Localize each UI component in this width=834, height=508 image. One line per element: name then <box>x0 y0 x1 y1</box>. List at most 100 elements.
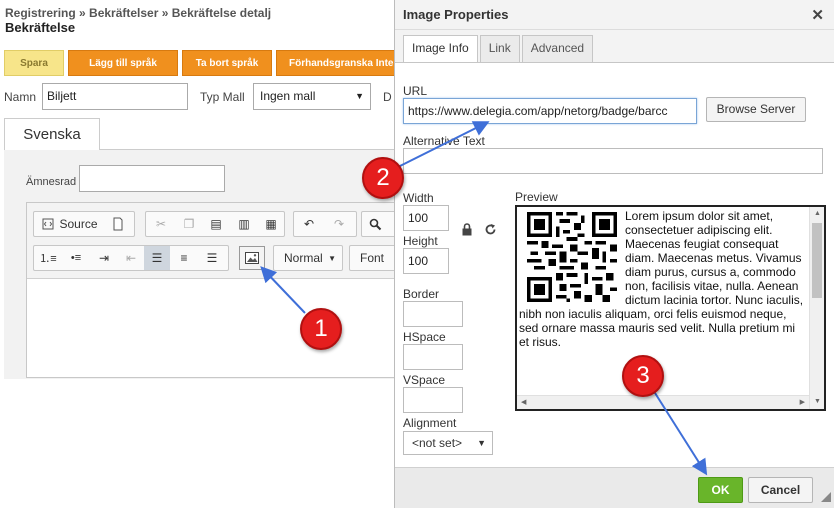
vspace-label: VSpace <box>403 373 446 387</box>
source-button[interactable]: Source <box>34 212 106 236</box>
paste-word-button[interactable]: ▦ <box>258 212 284 236</box>
step-badge-1: 1 <box>300 308 342 350</box>
extra-label: D <box>383 90 392 104</box>
image-properties-dialog: Image Properties ✕ Image Info Link Advan… <box>394 0 834 508</box>
qr-code-image <box>527 212 617 302</box>
dialog-tabs: Image Info Link Advanced <box>403 35 594 63</box>
cancel-button[interactable]: Cancel <box>748 477 813 503</box>
undo-icon: ↶ <box>303 217 315 231</box>
type-select-value: Ingen mall <box>260 89 316 103</box>
toolbar-group-find <box>361 211 395 237</box>
outdent-button[interactable]: ⇤ <box>118 246 144 270</box>
border-input[interactable] <box>403 301 463 327</box>
paste-word-icon: ▦ <box>265 217 277 231</box>
paste-text-icon: ▥ <box>238 217 250 231</box>
scroll-left-icon[interactable]: ◀ <box>521 398 526 406</box>
dropdown-arrow-icon: ▼ <box>477 438 486 448</box>
preview-vertical-scrollbar[interactable]: ▲ ▼ <box>809 207 824 409</box>
font-combo[interactable]: Font <box>349 245 395 271</box>
scroll-down-icon[interactable]: ▼ <box>810 395 824 409</box>
url-input[interactable]: https://www.delegia.com/app/netorg/badge… <box>403 98 697 124</box>
lock-ratio-button[interactable] <box>461 223 473 239</box>
search-icon <box>369 218 381 230</box>
new-page-button[interactable] <box>106 212 130 236</box>
redo-icon: ↷ <box>333 217 345 231</box>
outdent-icon: ⇤ <box>125 251 137 265</box>
dialog-footer: OK Cancel <box>395 467 834 508</box>
tab-link[interactable]: Link <box>479 35 520 62</box>
image-button[interactable] <box>239 246 265 270</box>
alignment-value: <not set> <box>412 436 463 450</box>
numbered-list-button[interactable]: ⒈≡ <box>34 246 62 270</box>
align-left-icon: ☰ <box>151 251 163 265</box>
name-input[interactable]: Biljett <box>42 83 188 110</box>
hspace-input[interactable] <box>403 344 463 370</box>
hspace-label: HSpace <box>403 330 446 344</box>
paste-text-button[interactable]: ▥ <box>230 212 258 236</box>
save-button[interactable]: Spara <box>4 50 64 76</box>
toolbar-group-clipboard: ✂ ❐ ▤ ▥ ▦ <box>145 211 285 237</box>
tab-image-info[interactable]: Image Info <box>403 35 478 63</box>
preview-label: Preview <box>515 190 558 204</box>
background-page: Registrering » Bekräftelser » Bekräftels… <box>0 0 395 508</box>
format-combo[interactable]: Normal ▼ <box>273 245 343 271</box>
preview-content: Lorem ipsum dolor sit amet, consectetuer… <box>519 209 808 349</box>
type-label: Typ Mall <box>200 90 245 104</box>
source-label: Source <box>59 217 98 231</box>
alt-text-input[interactable] <box>403 148 823 174</box>
copy-button[interactable]: ❐ <box>176 212 202 236</box>
preview-button[interactable]: Förhandsgranska Inter <box>276 50 395 76</box>
tab-svenska[interactable]: Svenska <box>4 118 100 150</box>
type-select[interactable]: Ingen mall ▼ <box>253 83 371 110</box>
new-page-icon <box>113 217 123 231</box>
paste-button[interactable]: ▤ <box>202 212 230 236</box>
close-icon[interactable]: ✕ <box>811 6 824 24</box>
alignment-label: Alignment <box>403 416 457 430</box>
width-input[interactable]: 100 <box>403 205 449 231</box>
align-left-button[interactable]: ☰ <box>144 246 170 270</box>
find-button[interactable] <box>362 212 388 236</box>
height-input[interactable]: 100 <box>403 248 449 274</box>
alt-text-label: Alternative Text <box>403 134 485 148</box>
dialog-title: Image Properties <box>395 0 834 30</box>
lock-icon <box>462 223 472 236</box>
add-language-button[interactable]: Lägg till språk <box>68 50 178 76</box>
dropdown-arrow-icon: ▼ <box>355 91 364 101</box>
scroll-thumb[interactable] <box>812 223 822 298</box>
align-center-button[interactable]: ≡ <box>170 246 198 270</box>
vspace-input[interactable] <box>403 387 463 413</box>
align-right-button[interactable]: ☰ <box>198 246 226 270</box>
align-right-icon: ☰ <box>206 251 218 265</box>
subject-input[interactable] <box>79 165 225 192</box>
image-icon <box>245 252 259 264</box>
browse-server-button[interactable]: Browse Server <box>706 97 806 122</box>
undo-button[interactable]: ↶ <box>294 212 324 236</box>
font-value: Font <box>360 251 385 265</box>
width-label: Width <box>403 191 434 205</box>
remove-language-button[interactable]: Ta bort språk <box>182 50 272 76</box>
reset-size-button[interactable] <box>484 223 497 239</box>
border-label: Border <box>403 287 440 301</box>
indent-icon: ⇥ <box>98 251 110 265</box>
source-icon <box>42 218 54 230</box>
cut-button[interactable]: ✂ <box>146 212 176 236</box>
action-bar: Spara Lägg till språk Ta bort språk Förh… <box>4 50 395 76</box>
url-label: URL <box>403 84 428 98</box>
numbered-list-icon: ⒈≡ <box>39 253 57 265</box>
preview-horizontal-scrollbar[interactable]: ◀ ▶ <box>517 395 809 409</box>
scroll-up-icon[interactable]: ▲ <box>810 207 824 221</box>
page-title: Bekräftelse <box>5 20 76 35</box>
ok-button[interactable]: OK <box>698 477 743 503</box>
step-badge-2: 2 <box>362 157 404 199</box>
alignment-select[interactable]: <not set> ▼ <box>403 431 493 455</box>
resize-grip-icon[interactable] <box>821 491 831 505</box>
copy-icon: ❐ <box>183 217 195 231</box>
subject-label: Ämnesrad <box>26 176 77 188</box>
resize-handle-icon <box>821 492 831 502</box>
tab-advanced[interactable]: Advanced <box>521 35 594 62</box>
redo-button[interactable]: ↷ <box>324 212 354 236</box>
scroll-right-icon[interactable]: ▶ <box>800 398 805 406</box>
indent-button[interactable]: ⇥ <box>90 246 118 270</box>
bulleted-list-button[interactable]: •≡ <box>62 246 90 270</box>
step-badge-3: 3 <box>622 355 664 397</box>
